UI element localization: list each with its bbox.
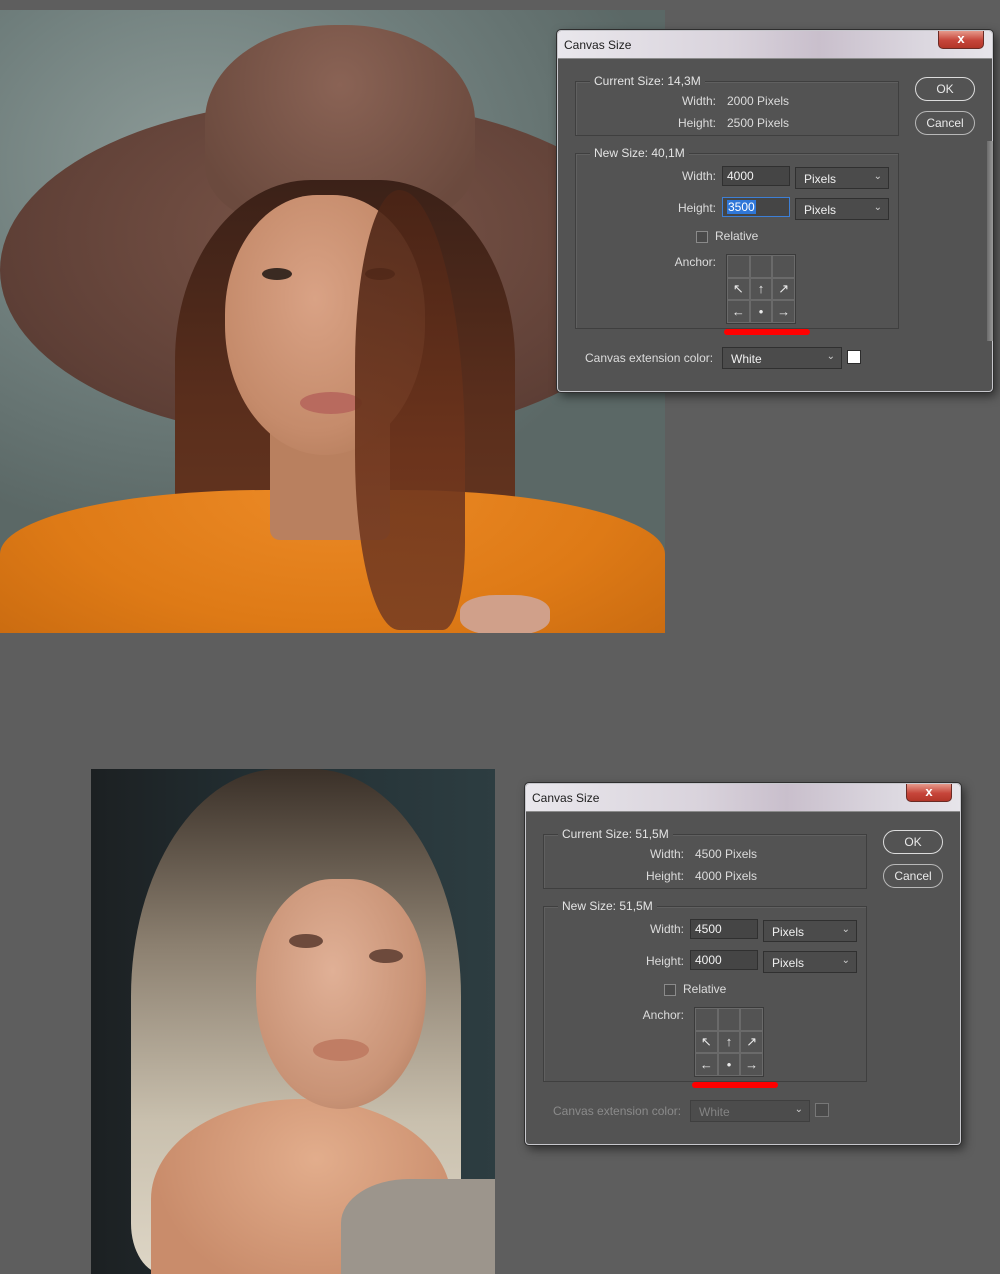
current-size-label: Current Size: 14,3M [590, 74, 705, 88]
height-unit-value: Pixels [772, 956, 805, 970]
relative-label: Relative [683, 982, 727, 996]
dialog-body: Current Size: 14,3M Width: 2000 Pixels H… [564, 59, 986, 385]
arrow-up-icon[interactable]: ↑ [749, 277, 773, 301]
dialog-titlebar[interactable]: Canvas Size x [526, 784, 960, 812]
color-swatch[interactable] [847, 350, 861, 364]
current-height-value: 4000 Pixels [695, 869, 758, 883]
red-highlight-underline [724, 329, 810, 335]
cancel-button[interactable]: Cancel [883, 864, 943, 888]
ok-button[interactable]: OK [883, 830, 943, 854]
new-size-label: New Size: 40,1M [590, 146, 689, 160]
height-input[interactable] [690, 950, 758, 970]
width-input[interactable] [722, 166, 790, 186]
anchor-label: Anchor: [674, 255, 716, 269]
width-input[interactable] [690, 919, 758, 939]
arrow-left-icon[interactable]: ← [695, 1053, 718, 1076]
arrow-up-left-icon[interactable]: ↖ [727, 277, 750, 301]
dialog-titlebar[interactable]: Canvas Size x [558, 31, 992, 59]
chevron-down-icon: ⌄ [873, 202, 882, 213]
current-width-value: 4500 Pixels [695, 847, 758, 861]
extension-color-value: White [731, 352, 762, 366]
arrow-up-right-icon[interactable]: ↗ [740, 1030, 763, 1054]
dialog-title: Canvas Size [564, 38, 632, 52]
current-width-label: Width: [649, 847, 684, 861]
anchor-grid[interactable]: ↖ ↑ ↗ ← • → [726, 254, 796, 324]
height-input-selected-value: 3500 [727, 200, 756, 214]
close-button[interactable]: x [906, 784, 952, 802]
current-width-label: Width: [681, 94, 716, 108]
anchor-cell-top-left[interactable] [695, 1008, 718, 1031]
anchor-cell-top[interactable] [717, 1008, 741, 1031]
dialog-body: Current Size: 51,5M Width: 4500 Pixels H… [532, 812, 954, 1138]
relative-checkbox[interactable] [696, 231, 708, 243]
height-input[interactable]: 3500 [722, 197, 790, 217]
arrow-left-icon[interactable]: ← [727, 300, 750, 323]
current-size-group: Current Size: 14,3M Width: 2000 Pixels H… [575, 74, 899, 136]
new-height-label: Height: [677, 201, 716, 215]
color-swatch [815, 1103, 829, 1117]
anchor-cell-top-left[interactable] [727, 255, 750, 278]
anchor-grid[interactable]: ↖ ↑ ↗ ← • → [694, 1007, 764, 1077]
current-height-label: Height: [677, 116, 716, 130]
current-width-value: 2000 Pixels [727, 94, 790, 108]
ok-button[interactable]: OK [915, 77, 975, 101]
extension-color-select: White ⌄ [690, 1100, 810, 1122]
current-size-label: Current Size: 51,5M [558, 827, 673, 841]
width-unit-select[interactable]: Pixels ⌄ [795, 167, 889, 189]
relative-label: Relative [715, 229, 759, 243]
current-height-label: Height: [645, 869, 684, 883]
extension-color-select[interactable]: White ⌄ [722, 347, 842, 369]
canvas-size-dialog: Canvas Size x Current Size: 51,5M Width:… [525, 783, 961, 1145]
arrow-right-icon[interactable]: → [740, 1053, 763, 1076]
chevron-down-icon: ⌄ [841, 924, 850, 935]
width-unit-value: Pixels [772, 925, 805, 939]
chevron-down-icon: ⌄ [873, 171, 882, 182]
cancel-button[interactable]: Cancel [915, 111, 975, 135]
height-unit-select[interactable]: Pixels ⌄ [795, 198, 889, 220]
arrow-up-right-icon[interactable]: ↗ [772, 277, 795, 301]
arrow-right-icon[interactable]: → [772, 300, 795, 323]
close-button[interactable]: x [938, 31, 984, 49]
anchor-label: Anchor: [642, 1008, 684, 1022]
extension-color-label: Canvas extension color: [553, 1104, 682, 1118]
arrow-up-icon[interactable]: ↑ [717, 1030, 741, 1054]
chevron-down-icon: ⌄ [794, 1104, 803, 1115]
width-unit-select[interactable]: Pixels ⌄ [763, 920, 857, 942]
anchor-cell-top-right[interactable] [772, 255, 795, 278]
new-height-label: Height: [645, 954, 684, 968]
new-width-label: Width: [681, 169, 716, 183]
anchor-cell-top[interactable] [749, 255, 773, 278]
red-highlight-underline [692, 1082, 778, 1088]
new-size-label: New Size: 51,5M [558, 899, 657, 913]
portrait-photo-blonde [91, 769, 495, 1274]
relative-checkbox[interactable] [664, 984, 676, 996]
width-unit-value: Pixels [804, 172, 837, 186]
current-size-group: Current Size: 51,5M Width: 4500 Pixels H… [543, 827, 867, 889]
new-width-label: Width: [649, 922, 684, 936]
arrow-up-left-icon[interactable]: ↖ [695, 1030, 718, 1054]
new-size-group: New Size: 40,1M Width: Pixels ⌄ Height: … [575, 146, 899, 329]
anchor-center-dot-icon[interactable]: • [749, 300, 773, 323]
height-unit-value: Pixels [804, 203, 837, 217]
canvas-size-dialog: Canvas Size x Current Size: 14,3M Width:… [557, 30, 993, 392]
anchor-center-dot-icon[interactable]: • [717, 1053, 741, 1076]
anchor-cell-top-right[interactable] [740, 1008, 763, 1031]
current-height-value: 2500 Pixels [727, 116, 790, 130]
chevron-down-icon: ⌄ [841, 955, 850, 966]
height-unit-select[interactable]: Pixels ⌄ [763, 951, 857, 973]
chevron-down-icon: ⌄ [826, 351, 835, 362]
dialog-edge-strip [987, 141, 993, 341]
extension-color-label: Canvas extension color: [585, 351, 714, 365]
dialog-title: Canvas Size [532, 791, 600, 805]
new-size-group: New Size: 51,5M Width: Pixels ⌄ Height: … [543, 899, 867, 1082]
extension-color-value: White [699, 1105, 730, 1119]
